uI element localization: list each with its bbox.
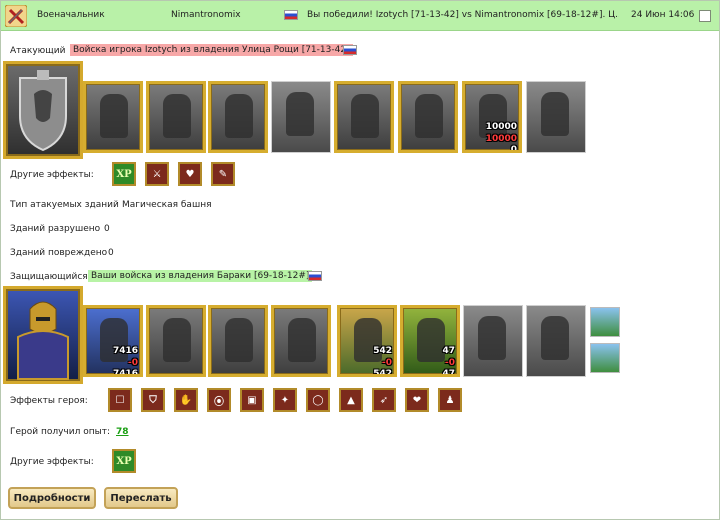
defender-unit-slot[interactable] (208, 305, 268, 377)
defender-unit-slot[interactable] (146, 305, 206, 377)
unit-count: 47 (442, 369, 455, 377)
griffin-unit-icon (286, 92, 314, 136)
defender-unit-slot[interactable] (271, 305, 331, 377)
knight-unit-icon (100, 94, 128, 138)
unit-count: 542 (373, 346, 392, 356)
unit-count: 7416 (112, 346, 138, 356)
hero-effect-icon[interactable]: ❤ (405, 388, 429, 412)
buildings-damaged-label: Зданий повреждено (10, 248, 108, 258)
hero-effect-icon[interactable]: ☐ (108, 388, 132, 412)
flag-icon (343, 45, 357, 56)
flag-icon (284, 10, 298, 21)
forward-button[interactable]: Переслать (104, 487, 178, 509)
lancer-unit-icon (225, 94, 253, 138)
header-result: Вы победили! Izotych [71-13-42] vs Niman… (307, 10, 619, 20)
unit-count: 542 (373, 369, 392, 377)
buildings-destroyed-label: Зданий разрушено (10, 224, 101, 234)
attacker-unit-slot[interactable] (398, 81, 458, 153)
tower-building-icon[interactable] (590, 307, 620, 337)
hero-effects-label: Эффекты героя: (10, 396, 88, 406)
ghost-unit-icon (541, 316, 569, 360)
attacker-label: Атакующий (10, 46, 66, 56)
armored-hero-icon (17, 301, 69, 380)
fountain-building-icon[interactable] (590, 343, 620, 373)
unit-count: 10000 (485, 122, 517, 132)
griffin-unit-icon (288, 318, 316, 362)
hero-effect-icon[interactable]: ♟ (438, 388, 462, 412)
attacker-effect-icon[interactable]: ♥ (178, 162, 202, 186)
attacker-army: Войска игрока Izotych из владения Улица … (70, 44, 353, 56)
unit-count: 10000 (485, 134, 517, 144)
warrior-unit-icon (478, 316, 506, 360)
flag-icon (308, 271, 322, 282)
hero-effect-icon[interactable]: ⦿ (207, 388, 231, 412)
monk-unit-icon (415, 94, 443, 138)
ghost-unit-icon (541, 92, 569, 136)
defender-army: Ваши войска из владения Бараки [69-18-12… (88, 270, 313, 282)
attacker-unit-slot[interactable] (526, 81, 586, 153)
building-type-value: Магическая башня (122, 200, 212, 210)
buildings-destroyed-value: 0 (104, 224, 110, 234)
hero-effect-icon[interactable]: ➶ (372, 388, 396, 412)
hero-effect-icon[interactable]: ▣ (240, 388, 264, 412)
defender-unit-slot[interactable]: 7416 -0 7416 (83, 305, 143, 377)
defender-unit-slot[interactable]: 542 -0 542 (337, 305, 397, 377)
unit-count: 47 (442, 346, 455, 356)
lion-shield-icon (19, 70, 67, 152)
select-checkbox[interactable] (699, 10, 711, 22)
lancer-unit-icon (225, 318, 253, 362)
buildings-damaged-value: 0 (108, 248, 114, 258)
battle-swords-icon (5, 5, 27, 27)
xp-effect-icon[interactable]: XP (112, 449, 136, 473)
hero-effect-icon[interactable]: ⛉ (141, 388, 165, 412)
details-button[interactable]: Подробности (8, 487, 96, 509)
unit-count: -0 (128, 358, 138, 368)
attacker-unit-slot[interactable] (271, 81, 331, 153)
defender-other-effects-label: Другие эффекты: (10, 457, 94, 467)
attacker-unit-slot[interactable] (334, 81, 394, 153)
hero-effect-icon[interactable]: ✦ (273, 388, 297, 412)
header-role: Военачальник (37, 10, 105, 20)
hero-exp-link[interactable]: 78 (116, 427, 129, 437)
cavalry-unit-icon (163, 318, 191, 362)
attacker-unit-slot[interactable] (146, 81, 206, 153)
defender-unit-slot[interactable] (526, 305, 586, 377)
mage-unit-icon (417, 318, 445, 362)
attacker-unit-slot[interactable]: 10000 10000 0 (462, 81, 522, 153)
attacker-unit-slot[interactable] (83, 81, 143, 153)
battle-report-window (0, 0, 720, 520)
attacker-unit-slot[interactable] (208, 81, 268, 153)
defender-unit-slot[interactable]: 47 -0 47 (400, 305, 460, 377)
attacker-effect-icon[interactable]: ✎ (211, 162, 235, 186)
attacker-effect-icon[interactable]: ⚔ (145, 162, 169, 186)
cavalry-unit-icon (163, 94, 191, 138)
hero-effect-icon[interactable]: ✋ (174, 388, 198, 412)
defender-hero-portrait[interactable] (3, 286, 83, 384)
attacker-other-effects-label: Другие эффекты: (10, 170, 94, 180)
unit-count: -0 (445, 358, 455, 368)
hero-effect-icon[interactable]: ▲ (339, 388, 363, 412)
defender-label: Защищающийся (10, 272, 88, 282)
attacker-hero-portrait[interactable] (3, 61, 83, 159)
crossbowman-unit-icon (351, 94, 379, 138)
header-player: Nimantronomix (171, 10, 241, 20)
defender-unit-slot[interactable] (463, 305, 523, 377)
hero-exp-label: Герой получил опыт: (10, 427, 110, 437)
unit-count: 0 (510, 145, 517, 153)
unit-count: -0 (382, 358, 392, 368)
hero-effect-icon[interactable]: ◯ (306, 388, 330, 412)
unit-count: 7416 (112, 369, 138, 377)
building-type-label: Тип атакуемых зданий (10, 200, 119, 210)
xp-effect-icon[interactable]: XP (112, 162, 136, 186)
report-header[interactable]: Военачальник Nimantronomix Вы победили! … (1, 1, 719, 31)
header-date: 24 Июн 14:06 (631, 10, 695, 20)
